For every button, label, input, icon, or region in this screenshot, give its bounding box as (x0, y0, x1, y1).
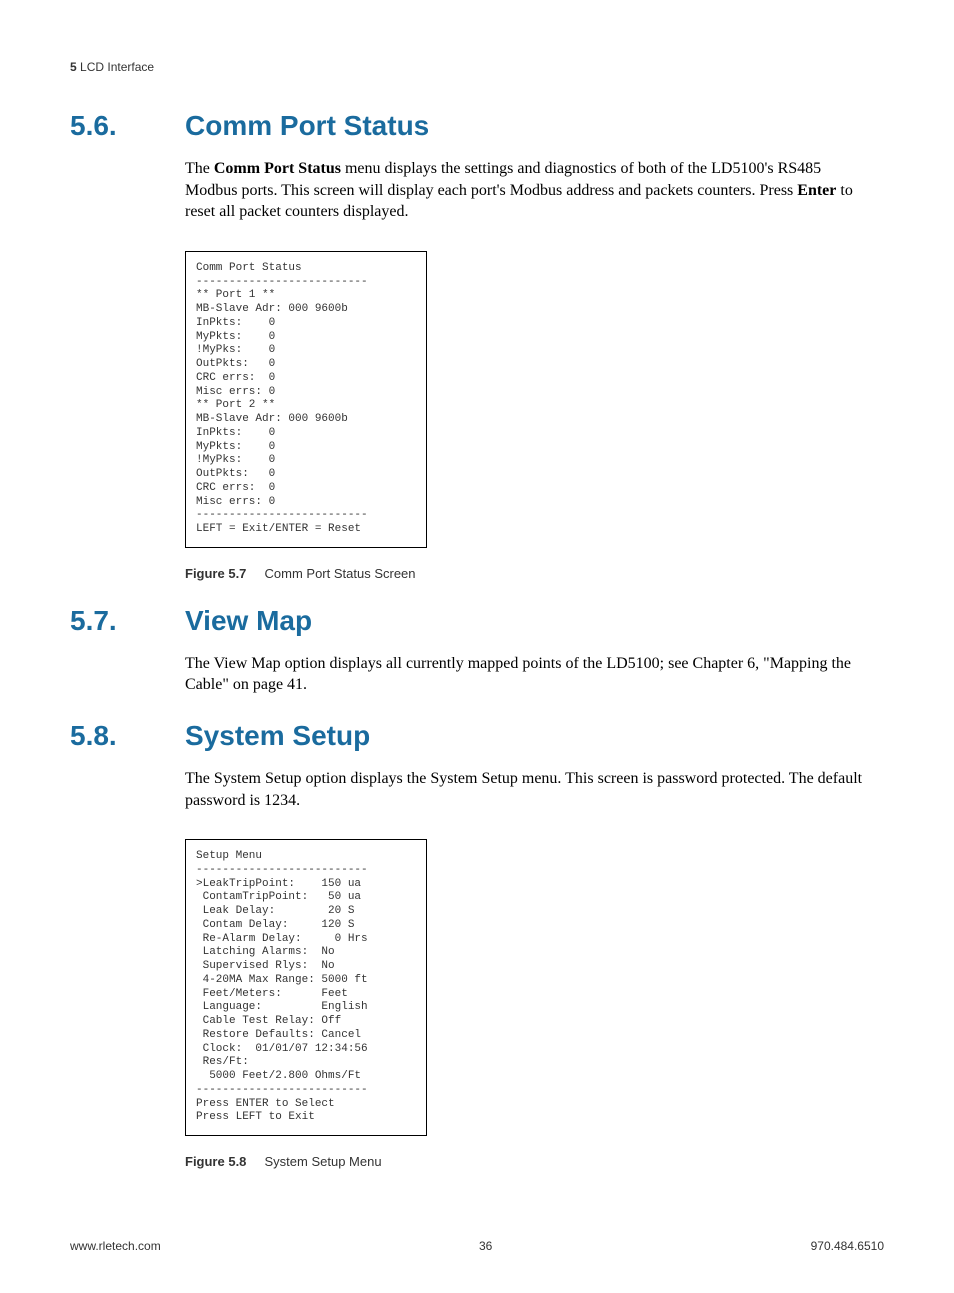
section-title: System Setup (185, 720, 370, 752)
section-title: View Map (185, 605, 312, 637)
figure-label: Figure 5.8 (185, 1154, 246, 1169)
section-number: 5.8. (70, 720, 185, 752)
figure-caption-5-7: Figure 5.7 Comm Port Status Screen (185, 566, 884, 581)
figure-caption-text: System Setup Menu (265, 1154, 382, 1169)
section-heading-5-6: 5.6. Comm Port Status (70, 110, 884, 142)
chapter-title: LCD Interface (80, 60, 154, 74)
footer-right: 970.484.6510 (811, 1239, 884, 1253)
text-bold: Comm Port Status (214, 160, 341, 177)
figure-caption-text: Comm Port Status Screen (265, 566, 416, 581)
section-heading-5-8: 5.8. System Setup (70, 720, 884, 752)
section-5-7-paragraph: The View Map option displays all current… (185, 653, 864, 696)
section-title: Comm Port Status (185, 110, 429, 142)
section-5-6-paragraph: The Comm Port Status menu displays the s… (185, 158, 864, 223)
section-number: 5.7. (70, 605, 185, 637)
page-header: 5 LCD Interface (70, 60, 884, 74)
lcd-screen-system-setup: Setup Menu -------------------------- >L… (185, 839, 427, 1136)
chapter-number: 5 (70, 60, 77, 74)
text-fragment: The (185, 160, 214, 177)
lcd-screen-comm-port-status: Comm Port Status -----------------------… (185, 251, 427, 548)
page-footer: www.rletech.com 36 970.484.6510 (70, 1239, 884, 1253)
section-number: 5.6. (70, 110, 185, 142)
footer-page-number: 36 (479, 1239, 492, 1253)
section-5-8-paragraph: The System Setup option displays the Sys… (185, 768, 864, 811)
section-heading-5-7: 5.7. View Map (70, 605, 884, 637)
figure-label: Figure 5.7 (185, 566, 246, 581)
text-bold: Enter (797, 182, 836, 199)
figure-caption-5-8: Figure 5.8 System Setup Menu (185, 1154, 884, 1169)
footer-left: www.rletech.com (70, 1239, 161, 1253)
